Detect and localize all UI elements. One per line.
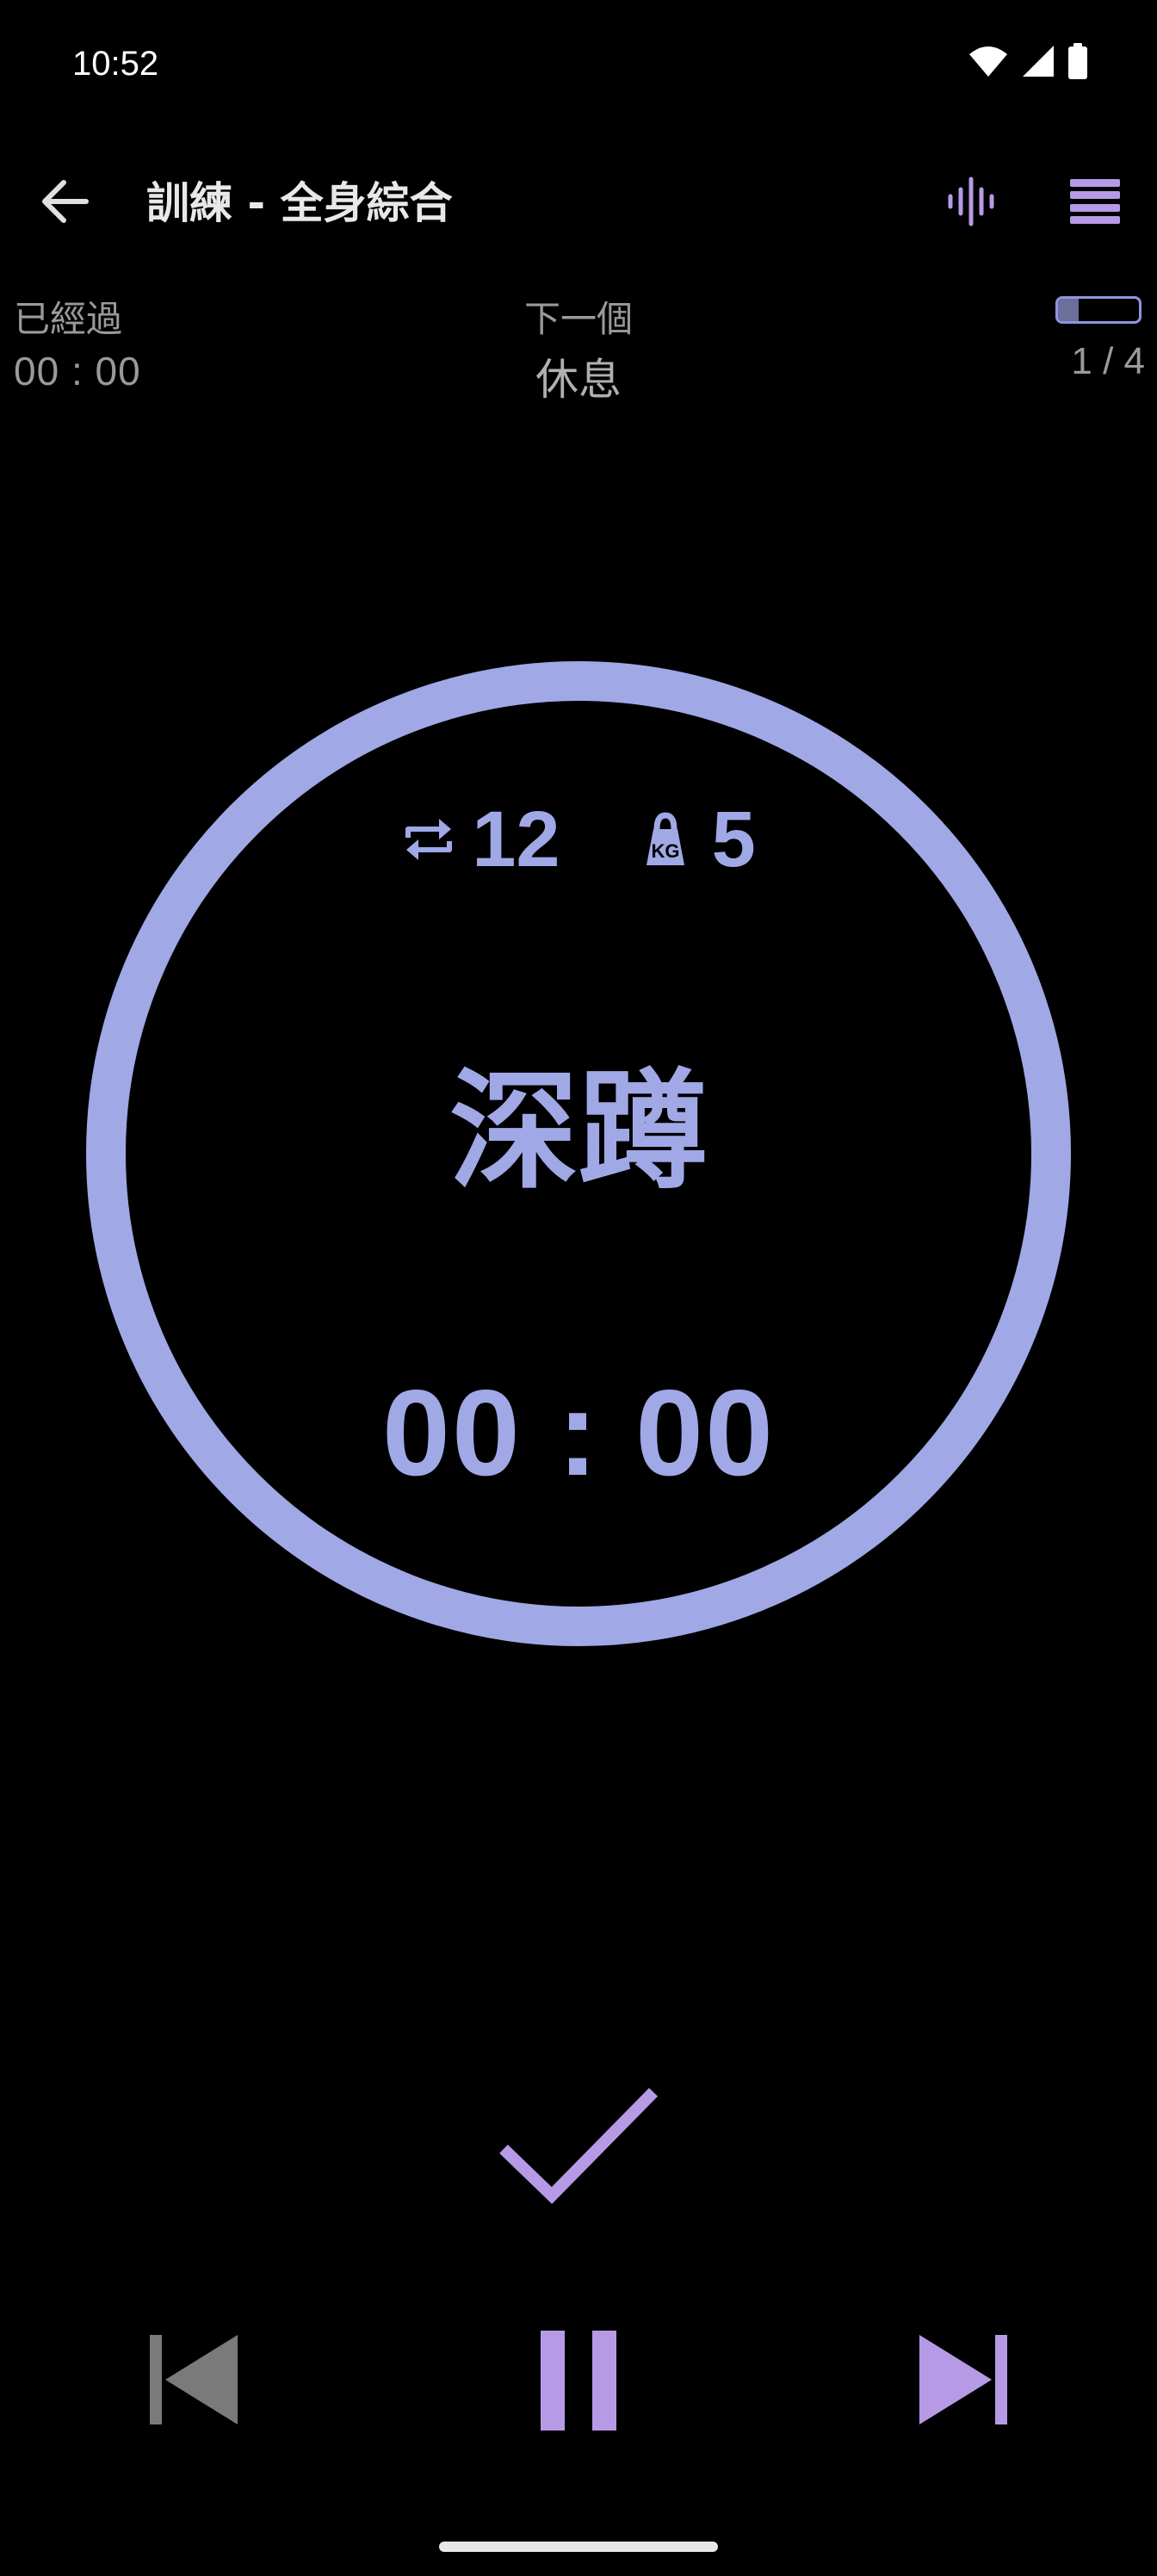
reps-count: 12 <box>472 796 560 883</box>
menu-list-icon <box>1070 179 1120 224</box>
elapsed-time: 00 : 00 <box>14 349 141 393</box>
back-button[interactable] <box>28 165 100 238</box>
weight-value: 5 <box>711 796 756 883</box>
progress-fill <box>1058 299 1079 321</box>
skip-next-icon <box>919 2335 1007 2424</box>
wifi-icon <box>969 46 1007 77</box>
pause-icon <box>541 2331 616 2430</box>
exercise-list-button[interactable] <box>1059 164 1131 239</box>
next-exercise: 休息 <box>535 355 622 405</box>
back-arrow-icon <box>42 180 89 223</box>
complete-button[interactable] <box>492 2066 665 2221</box>
page-title: 訓練 - 全身綜合 <box>146 178 453 228</box>
check-icon <box>499 2088 658 2204</box>
svg-text:KG: KG <box>651 840 679 862</box>
next-label: 下一個 <box>523 298 633 340</box>
next-button[interactable] <box>907 2325 1019 2437</box>
previous-button[interactable] <box>138 2325 250 2437</box>
exercise-timer: 00 : 00 <box>381 1365 776 1502</box>
sound-wave-button[interactable] <box>935 164 1007 239</box>
pause-button[interactable] <box>523 2325 634 2437</box>
elapsed-label: 已經過 <box>14 298 123 340</box>
progress-count: 1 / 4 <box>1071 340 1145 382</box>
exercise-stats: 12 KG 5 <box>0 792 1157 887</box>
sound-wave-icon <box>948 176 994 226</box>
battery-icon <box>1068 43 1087 79</box>
home-indicator[interactable] <box>439 2542 718 2552</box>
repeat-icon <box>405 819 453 860</box>
exercise-name: 深蹲 <box>449 1057 708 1207</box>
status-time: 10:52 <box>72 45 159 83</box>
kettlebell-kg-icon: KG <box>646 812 684 865</box>
workout-progress-bar <box>1055 296 1142 324</box>
status-icons <box>968 43 1088 79</box>
skip-previous-icon <box>150 2335 238 2424</box>
signal-icon <box>1023 46 1054 77</box>
